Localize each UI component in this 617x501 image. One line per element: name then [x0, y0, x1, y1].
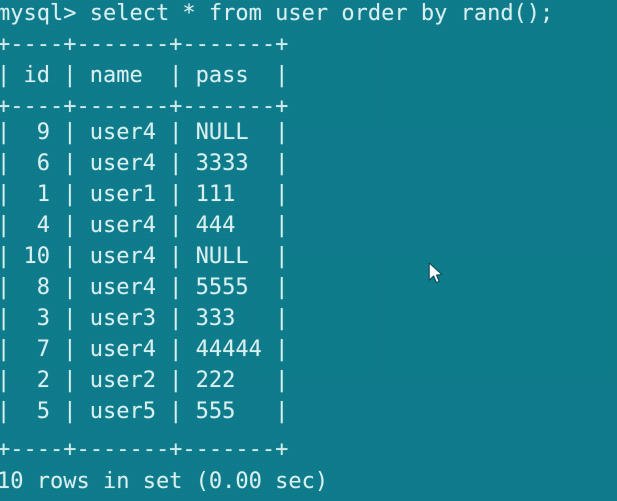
command-prompt-line: mysql> select * from user order by rand(…: [0, 1, 554, 26]
table-row: | 2 | user2 | 222 |: [0, 368, 289, 393]
table-top-border: +----+-------+-------+: [0, 32, 289, 57]
mouse-pointer-icon: [428, 262, 443, 284]
table-row: | 6 | user4 | 3333 |: [0, 151, 289, 176]
table-bottom-border: +----+-------+-------+: [0, 437, 289, 462]
table-row: | 10 | user4 | NULL |: [0, 244, 289, 269]
table-row: | 5 | user5 | 555 |: [0, 399, 289, 424]
terminal-screen[interactable]: mysql> select * from user order by rand(…: [0, 0, 617, 501]
table-row: | 7 | user4 | 44444 |: [0, 337, 289, 362]
table-row: | 9 | user4 | NULL |: [0, 120, 289, 145]
table-row: | 1 | user1 | 111 |: [0, 182, 289, 207]
table-row: | 8 | user4 | 5555 |: [0, 275, 289, 300]
table-header-row: | id | name | pass |: [0, 63, 289, 88]
table-row: | 4 | user4 | 444 |: [0, 213, 289, 238]
table-row: | 3 | user3 | 333 |: [0, 306, 289, 331]
result-status-line: 10 rows in set (0.00 sec): [0, 469, 329, 494]
